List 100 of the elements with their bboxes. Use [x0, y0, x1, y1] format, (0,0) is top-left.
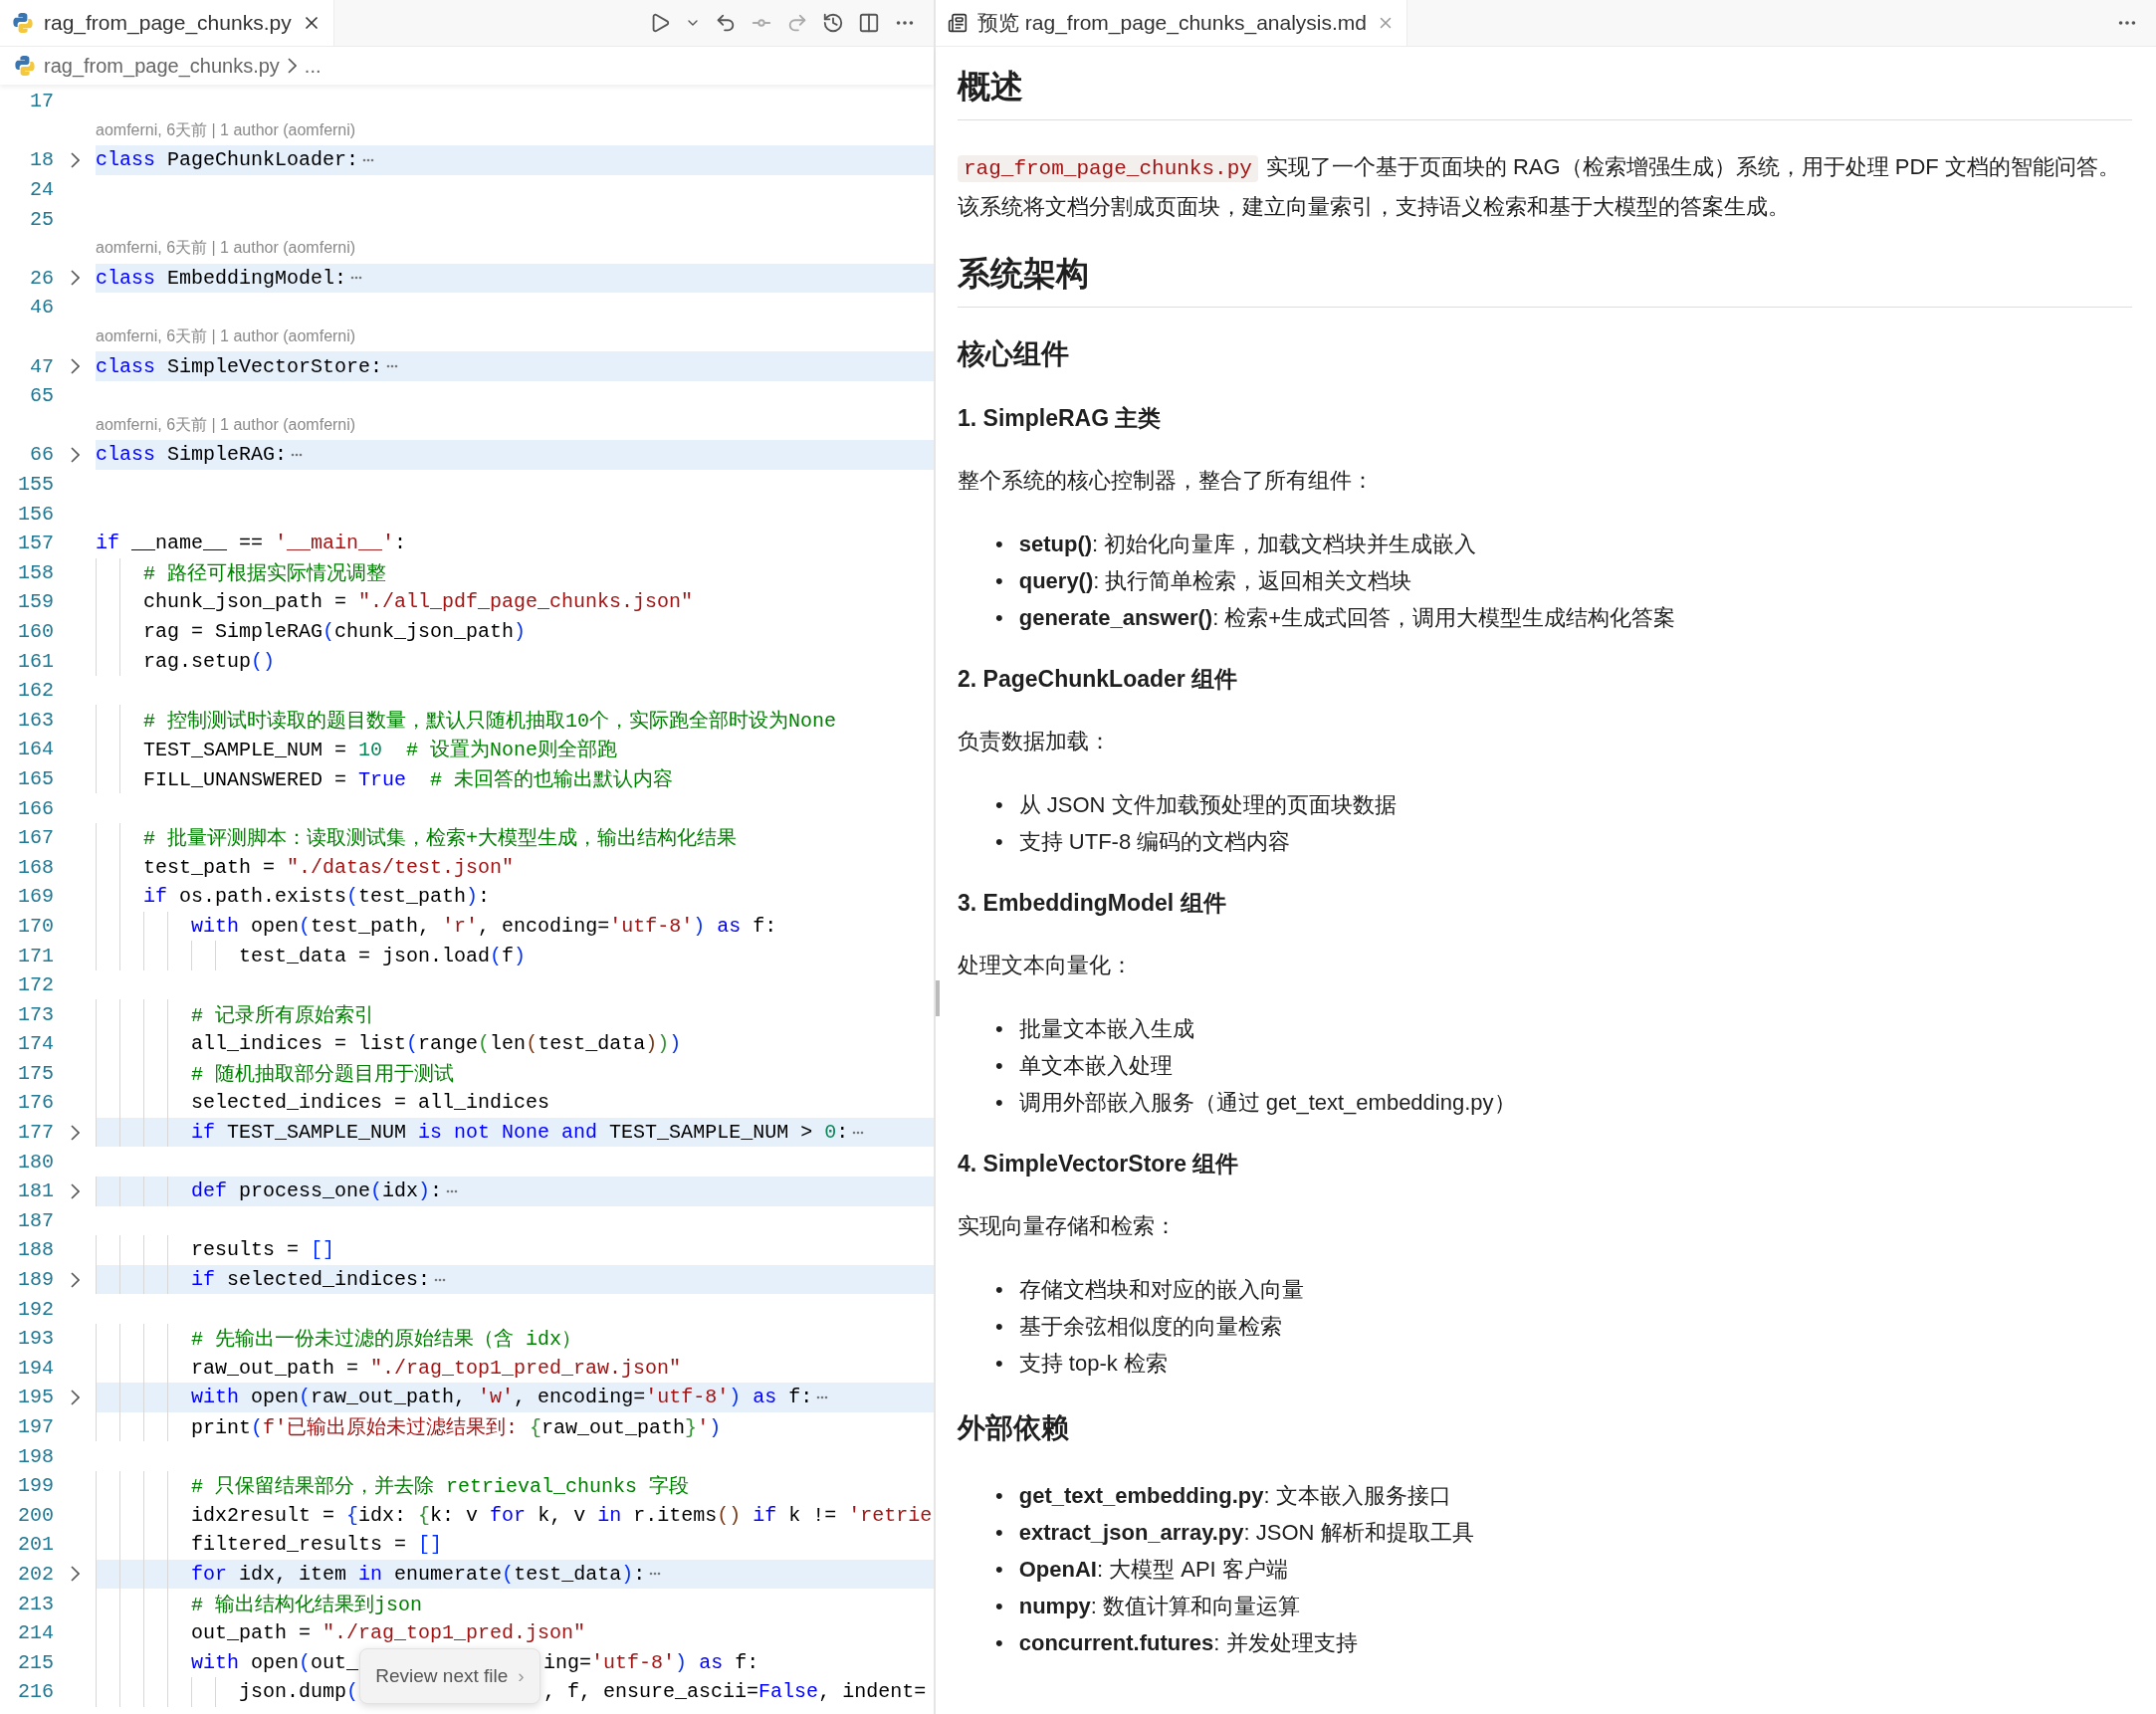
- ellipsis-icon[interactable]: [446, 1187, 459, 1194]
- line-number: 162: [17, 679, 54, 703]
- line-number: 47: [29, 354, 54, 378]
- history-icon[interactable]: [822, 12, 844, 34]
- split-editor-icon[interactable]: [858, 12, 880, 34]
- fold-chevron-icon[interactable]: [70, 152, 80, 168]
- line-number: 177: [17, 1121, 54, 1145]
- line-number: 25: [29, 207, 54, 231]
- line-number: 194: [17, 1356, 54, 1380]
- line-number: 168: [17, 855, 54, 879]
- ellipsis-icon[interactable]: [816, 1393, 829, 1400]
- code-line: all_indices = list(range(len(test_data))): [190, 1032, 682, 1056]
- code-line: if os.path.exists(test_path):: [142, 885, 491, 909]
- bullet: •: [995, 1015, 1003, 1043]
- line-number: 187: [17, 1208, 54, 1232]
- ellipsis-icon[interactable]: [350, 275, 363, 282]
- ellipsis-icon[interactable]: [386, 363, 399, 370]
- code-line: def process_one(idx):: [190, 1179, 443, 1203]
- fold-chevron-icon[interactable]: [70, 1271, 80, 1288]
- line-number: 188: [17, 1238, 54, 1262]
- preview-tab[interactable]: 预览 rag_from_page_chunks_analysis.md: [936, 0, 1408, 46]
- python-icon: [12, 12, 34, 34]
- paragraph: 整个系统的核心控制器，整合了所有组件：: [958, 467, 1375, 495]
- list-item: OpenAI: 大模型 API 客户端: [1018, 1556, 1288, 1584]
- line-number: 214: [17, 1621, 54, 1645]
- fold-chevron-icon[interactable]: [70, 446, 80, 463]
- blame-annotation[interactable]: aomferni, 6天前 | 1 author (aomferni): [96, 119, 356, 141]
- list-item: extract_json_array.py: JSON 解析和提取工具: [1018, 1519, 1474, 1547]
- code-line: # 批量评测脚本：读取测试集，检索+大模型生成，输出结构化结果: [142, 826, 737, 852]
- list-item: 调用外部嵌入服务（通过 get_text_embedding.py）: [1018, 1089, 1516, 1117]
- code-line: TEST_SAMPLE_NUM = 10 # 设置为None则全部跑: [142, 738, 618, 763]
- line-number: 163: [17, 708, 54, 732]
- fold-chevron-icon[interactable]: [70, 358, 80, 375]
- line-number: 167: [17, 826, 54, 850]
- code-line: FILL_UNANSWERED = True # 未回答的也输出默认内容: [142, 766, 674, 792]
- line-number: 17: [29, 90, 54, 113]
- bullet: •: [995, 1482, 1003, 1510]
- file-tab[interactable]: rag_from_page_chunks.py: [0, 0, 334, 46]
- heading: 系统架构: [958, 252, 2132, 308]
- line-number: 169: [17, 885, 54, 909]
- bullet: •: [995, 791, 1003, 819]
- line-number: 24: [29, 178, 54, 202]
- line-number: 180: [17, 1150, 54, 1174]
- heading: 1. SimpleRAG 主类: [958, 404, 1163, 433]
- line-number: 155: [17, 473, 54, 496]
- breadcrumb-item[interactable]: rag_from_page_chunks.py: [44, 54, 280, 78]
- ellipsis-icon[interactable]: [291, 451, 304, 458]
- blame-annotation[interactable]: aomferni, 6天前 | 1 author (aomferni): [96, 238, 356, 260]
- code-line: , f, ensure_ascii=False, indent=: [543, 1680, 927, 1704]
- paragraph: rag_from_page_chunks.py 实现了一个基于页面块的 RAG（检索增强生成）系统，用于处理 PDF 文档的智能问答。该系统将文档分割成页面块，建立向量索引，支持语义检索和基于大模型的答案生成。: [958, 153, 2121, 221]
- code-line: with open(test_path, 'r', encoding='utf-8') as f:: [190, 914, 777, 938]
- breadcrumb-item[interactable]: ...: [304, 54, 322, 78]
- line-number: 172: [17, 973, 54, 997]
- ellipsis-icon[interactable]: [434, 1276, 447, 1283]
- fold-chevron-icon[interactable]: [70, 1182, 80, 1199]
- fold-chevron-icon[interactable]: [70, 270, 80, 287]
- ellipsis-icon[interactable]: [362, 157, 375, 163]
- ellipsis-icon[interactable]: [649, 1571, 662, 1578]
- fold-chevron-icon[interactable]: [70, 1389, 80, 1405]
- code-line: raw_out_path = "./rag_top1_pred_raw.json": [190, 1356, 682, 1380]
- code-line: if TEST_SAMPLE_NUM is not None and TEST_SAMPLE_NUM > 0:: [190, 1121, 849, 1145]
- list-item: concurrent.futures: 并发处理支持: [1018, 1629, 1358, 1657]
- line-number: 175: [17, 1061, 54, 1085]
- blame-annotation[interactable]: aomferni, 6天前 | 1 author (aomferni): [96, 326, 356, 348]
- code-line: json.dump(: [238, 1680, 359, 1704]
- list-item: generate_answer(): 检索+生成式回答，调用大模型生成结构化答案: [1018, 604, 1676, 632]
- chevron-right-icon: [287, 58, 297, 74]
- line-number: 213: [17, 1592, 54, 1615]
- bullet: •: [995, 1629, 1003, 1657]
- code-line: if __name__ == '__main__':: [96, 532, 407, 555]
- list-item: 基于余弦相似度的向量检索: [1018, 1313, 1282, 1341]
- bullet: •: [995, 1276, 1003, 1304]
- code-line: if selected_indices:: [190, 1268, 431, 1292]
- fold-chevron-icon[interactable]: [70, 1566, 80, 1583]
- line-number: 46: [29, 296, 54, 320]
- review-next-file-button[interactable]: Review next file ›: [359, 1648, 540, 1704]
- line-number: 171: [17, 944, 54, 967]
- blame-annotation[interactable]: aomferni, 6天前 | 1 author (aomferni): [96, 414, 356, 436]
- code-line: idx2result = {idx: {k: v for k, v in r.items() if k != 'retrie: [190, 1503, 933, 1527]
- fold-chevron-icon[interactable]: [70, 1124, 80, 1141]
- line-number: 18: [29, 148, 54, 172]
- line-number: 200: [17, 1503, 54, 1527]
- list-item: 支持 UTF-8 编码的文档内容: [1018, 828, 1291, 856]
- code-line: print(f'已输出原始未过滤结果到: {raw_out_path}'): [190, 1415, 722, 1440]
- line-number: 193: [17, 1327, 54, 1351]
- code-line: out_path = "./rag_top1_pred.json": [190, 1621, 586, 1645]
- line-number: 66: [29, 443, 54, 467]
- line-number: 159: [17, 590, 54, 614]
- code-line: results = []: [190, 1238, 335, 1262]
- undo-icon[interactable]: [715, 12, 737, 34]
- ellipsis-icon[interactable]: [852, 1129, 865, 1136]
- list-item: 支持 top-k 检索: [1018, 1350, 1168, 1378]
- heading: 核心组件: [958, 337, 1070, 371]
- code-line: # 路径可根据实际情况调整: [142, 560, 386, 586]
- heading: 2. PageChunkLoader 组件: [958, 665, 1239, 694]
- bullet: •: [995, 1089, 1003, 1117]
- code-line: # 输出结构化结果到json: [190, 1592, 423, 1617]
- line-number: 174: [17, 1032, 54, 1056]
- code-line: with open(out_: [190, 1650, 359, 1674]
- bullet: •: [995, 828, 1003, 856]
